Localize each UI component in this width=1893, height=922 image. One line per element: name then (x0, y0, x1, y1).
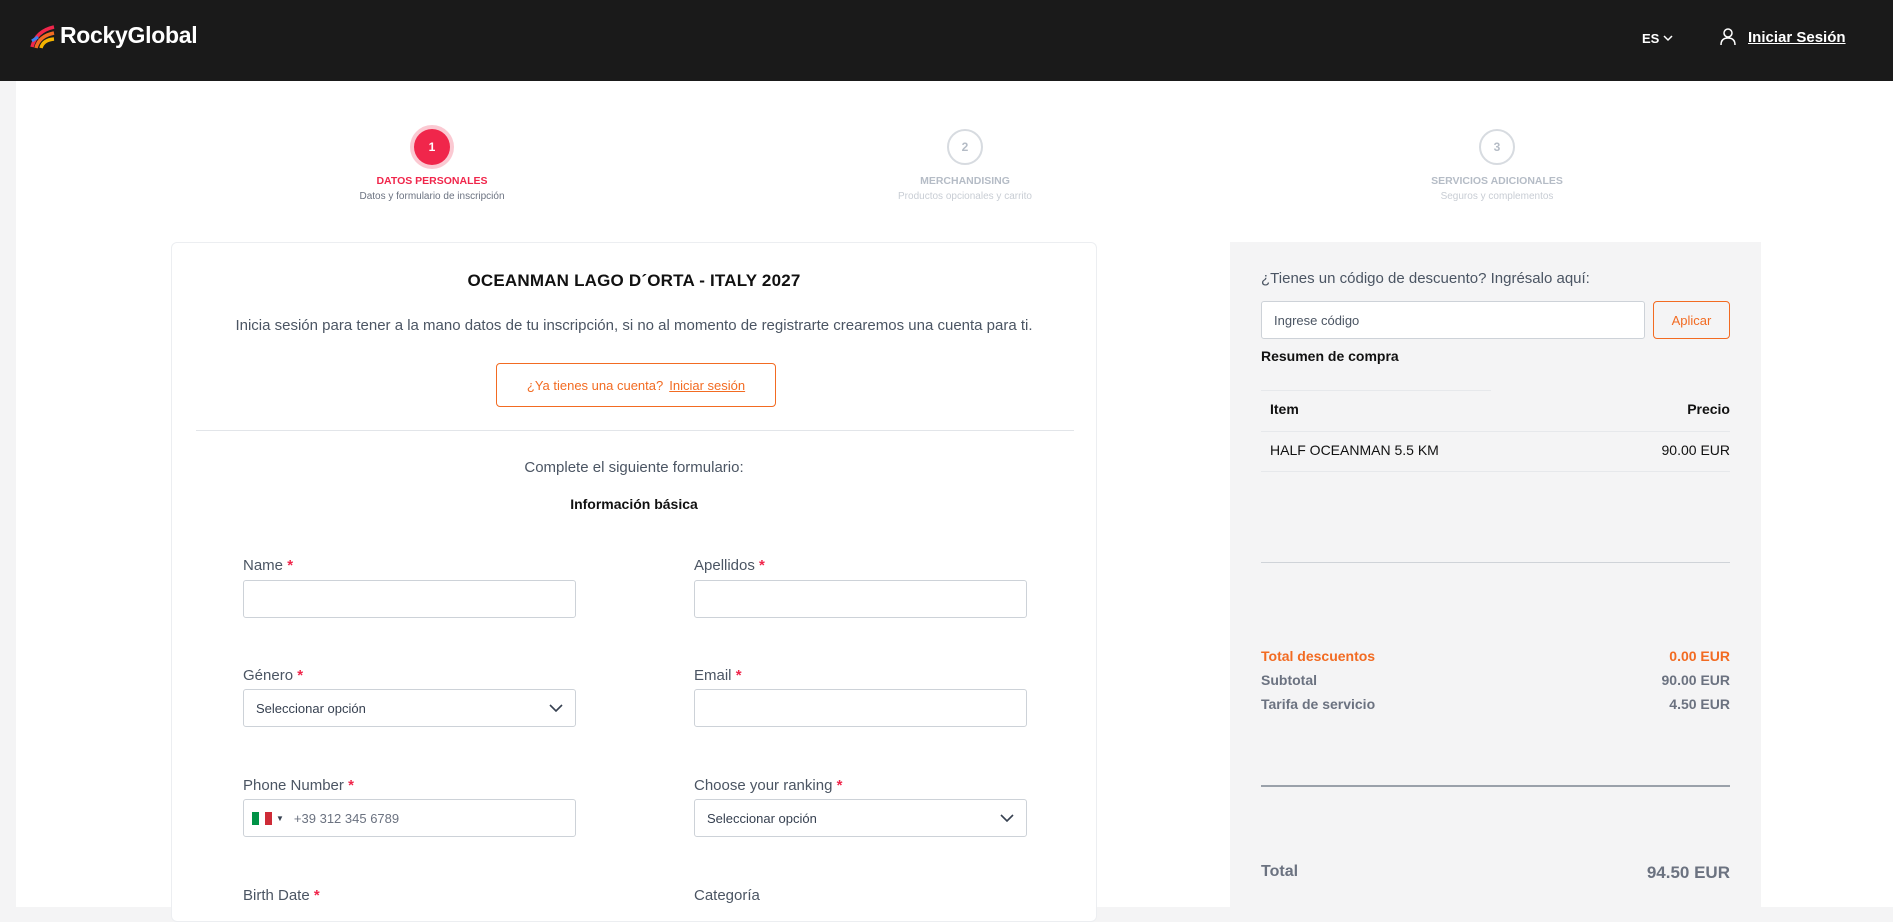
table-row: HALF OCEANMAN 5.5 KM 90.00 EUR (1270, 442, 1730, 458)
required-mark: * (297, 667, 304, 684)
step-servicios-adicionales[interactable]: 3 SERVICIOS ADICIONALES Seguros y comple… (1387, 129, 1607, 202)
have-account-question: ¿Ya tienes una cuenta? (526, 377, 664, 393)
chevron-down-icon (549, 704, 563, 712)
subtotal-row: Subtotal 90.00 EUR (1261, 672, 1730, 688)
divider (1261, 471, 1730, 472)
category-label-text: Categoría (694, 887, 760, 904)
brand-logo[interactable]: RockyGlobal (30, 22, 198, 49)
discount-code-input[interactable]: Ingrese código (1261, 301, 1645, 339)
name-label: Name * (243, 557, 293, 574)
step-title: MERCHANDISING (920, 175, 1010, 187)
have-account-button[interactable]: ¿Ya tienes una cuenta? Iniciar sesión (496, 363, 776, 407)
total-discounts-value: 0.00 EUR (1669, 648, 1730, 664)
phone-input[interactable]: ▼ +39 312 345 6789 (243, 799, 576, 837)
birth-date-label: Birth Date * (243, 887, 320, 904)
event-title: OCEANMAN LAGO D´ORTA - ITALY 2027 (467, 271, 801, 290)
italy-flag-icon[interactable] (252, 811, 273, 825)
subtotal-value: 90.00 EUR (1661, 672, 1730, 688)
language-selector[interactable]: ES (1642, 31, 1673, 46)
ranking-label: Choose your ranking * (694, 777, 842, 794)
ranking-selected-value: Seleccionar opción (707, 810, 817, 826)
email-input[interactable] (694, 689, 1027, 727)
step-number-circle: 1 (414, 129, 450, 165)
complete-form-text: Complete el siguiente formulario: (524, 459, 744, 476)
ranking-label-text: Choose your ranking (694, 777, 833, 794)
header-login-label: Iniciar Sesión (1748, 28, 1846, 46)
step-merchandising[interactable]: 2 MERCHANDISING Productos opcionales y c… (855, 129, 1075, 202)
column-header-item: Item (1270, 401, 1299, 417)
chevron-down-icon (1663, 35, 1673, 42)
column-header-price: Precio (1687, 401, 1730, 417)
purchase-summary-panel: ¿Tienes un código de descuento? Ingrésal… (1230, 242, 1761, 907)
gender-label-text: Género (243, 667, 294, 684)
step-title: SERVICIOS ADICIONALES (1431, 175, 1563, 187)
language-code: ES (1642, 31, 1660, 46)
user-icon (1720, 28, 1736, 46)
summary-table-header: Item Precio (1270, 401, 1730, 417)
phone-placeholder: +39 312 345 6789 (293, 810, 400, 826)
have-account-login-link[interactable]: Iniciar sesión (669, 378, 745, 393)
summary-title: Resumen de compra (1261, 348, 1399, 364)
step-subtitle: Datos y formulario de inscripción (359, 191, 505, 202)
service-fee-label: Tarifa de servicio (1261, 696, 1376, 712)
section-title-basic-info: Información básica (570, 496, 698, 512)
surname-input[interactable] (694, 580, 1027, 618)
brand-name: RockyGlobal (60, 22, 198, 48)
divider (1261, 562, 1730, 563)
discount-code-label: ¿Tienes un código de descuento? Ingrésal… (1261, 270, 1590, 287)
step-datos-personales[interactable]: 1 DATOS PERSONALES Datos y formulario de… (322, 129, 542, 202)
gender-selected-value: Seleccionar opción (256, 700, 366, 716)
email-label-text: Email (694, 667, 732, 684)
grand-total-label: Total (1261, 863, 1299, 880)
divider (196, 430, 1074, 431)
category-label: Categoría (694, 887, 760, 904)
email-label: Email * (694, 667, 742, 684)
country-caret-icon[interactable]: ▼ (276, 814, 284, 823)
required-mark: * (836, 777, 843, 794)
required-mark: * (348, 777, 354, 794)
apply-discount-button[interactable]: Aplicar (1653, 301, 1730, 339)
login-intro-text: Inicia sesión para tener a la mano datos… (235, 317, 1033, 334)
step-number-circle: 3 (1479, 129, 1515, 165)
step-subtitle: Seguros y complementos (1440, 191, 1554, 202)
required-mark: * (313, 887, 320, 904)
required-mark: * (759, 557, 765, 574)
surname-label-text: Apellidos (694, 557, 755, 574)
birth-date-label-text: Birth Date (243, 887, 310, 904)
gender-label: Género * (243, 667, 303, 684)
phone-label-text: Phone Number (243, 777, 344, 794)
required-mark: * (735, 667, 742, 684)
item-name: HALF OCEANMAN 5.5 KM (1270, 442, 1439, 458)
surname-label: Apellidos * (694, 557, 765, 574)
step-number-circle: 2 (947, 129, 983, 165)
registration-form-card: OCEANMAN LAGO D´ORTA - ITALY 2027 Inicia… (171, 242, 1097, 922)
total-discounts-label: Total descuentos (1261, 648, 1376, 664)
phone-label: Phone Number * (243, 777, 354, 794)
brand-mark-icon (30, 24, 55, 49)
divider (1261, 431, 1730, 432)
name-input[interactable] (243, 580, 576, 618)
chevron-down-icon (1000, 814, 1014, 822)
grand-total-row: Total 94.50 EUR (1261, 863, 1730, 883)
gender-select[interactable]: Seleccionar opción (243, 689, 576, 727)
divider (1261, 390, 1491, 391)
item-price: 90.00 EUR (1661, 442, 1730, 458)
step-title: DATOS PERSONALES (376, 175, 488, 187)
required-mark: * (287, 557, 294, 574)
service-fee-row: Tarifa de servicio 4.50 EUR (1261, 696, 1730, 712)
name-label-text: Name (243, 557, 284, 574)
total-discounts-row: Total descuentos 0.00 EUR (1261, 648, 1730, 664)
subtotal-label: Subtotal (1261, 672, 1317, 688)
top-navbar: RockyGlobal ES Iniciar Sesión (0, 0, 1893, 81)
discount-code-placeholder: Ingrese código (1274, 312, 1360, 328)
divider (1261, 785, 1730, 787)
header-login-link[interactable]: Iniciar Sesión (1720, 28, 1846, 46)
grand-total-value: 94.50 EUR (1646, 863, 1730, 882)
service-fee-value: 4.50 EUR (1669, 696, 1730, 712)
step-subtitle: Productos opcionales y carrito (898, 191, 1032, 202)
ranking-select[interactable]: Seleccionar opción (694, 799, 1027, 837)
